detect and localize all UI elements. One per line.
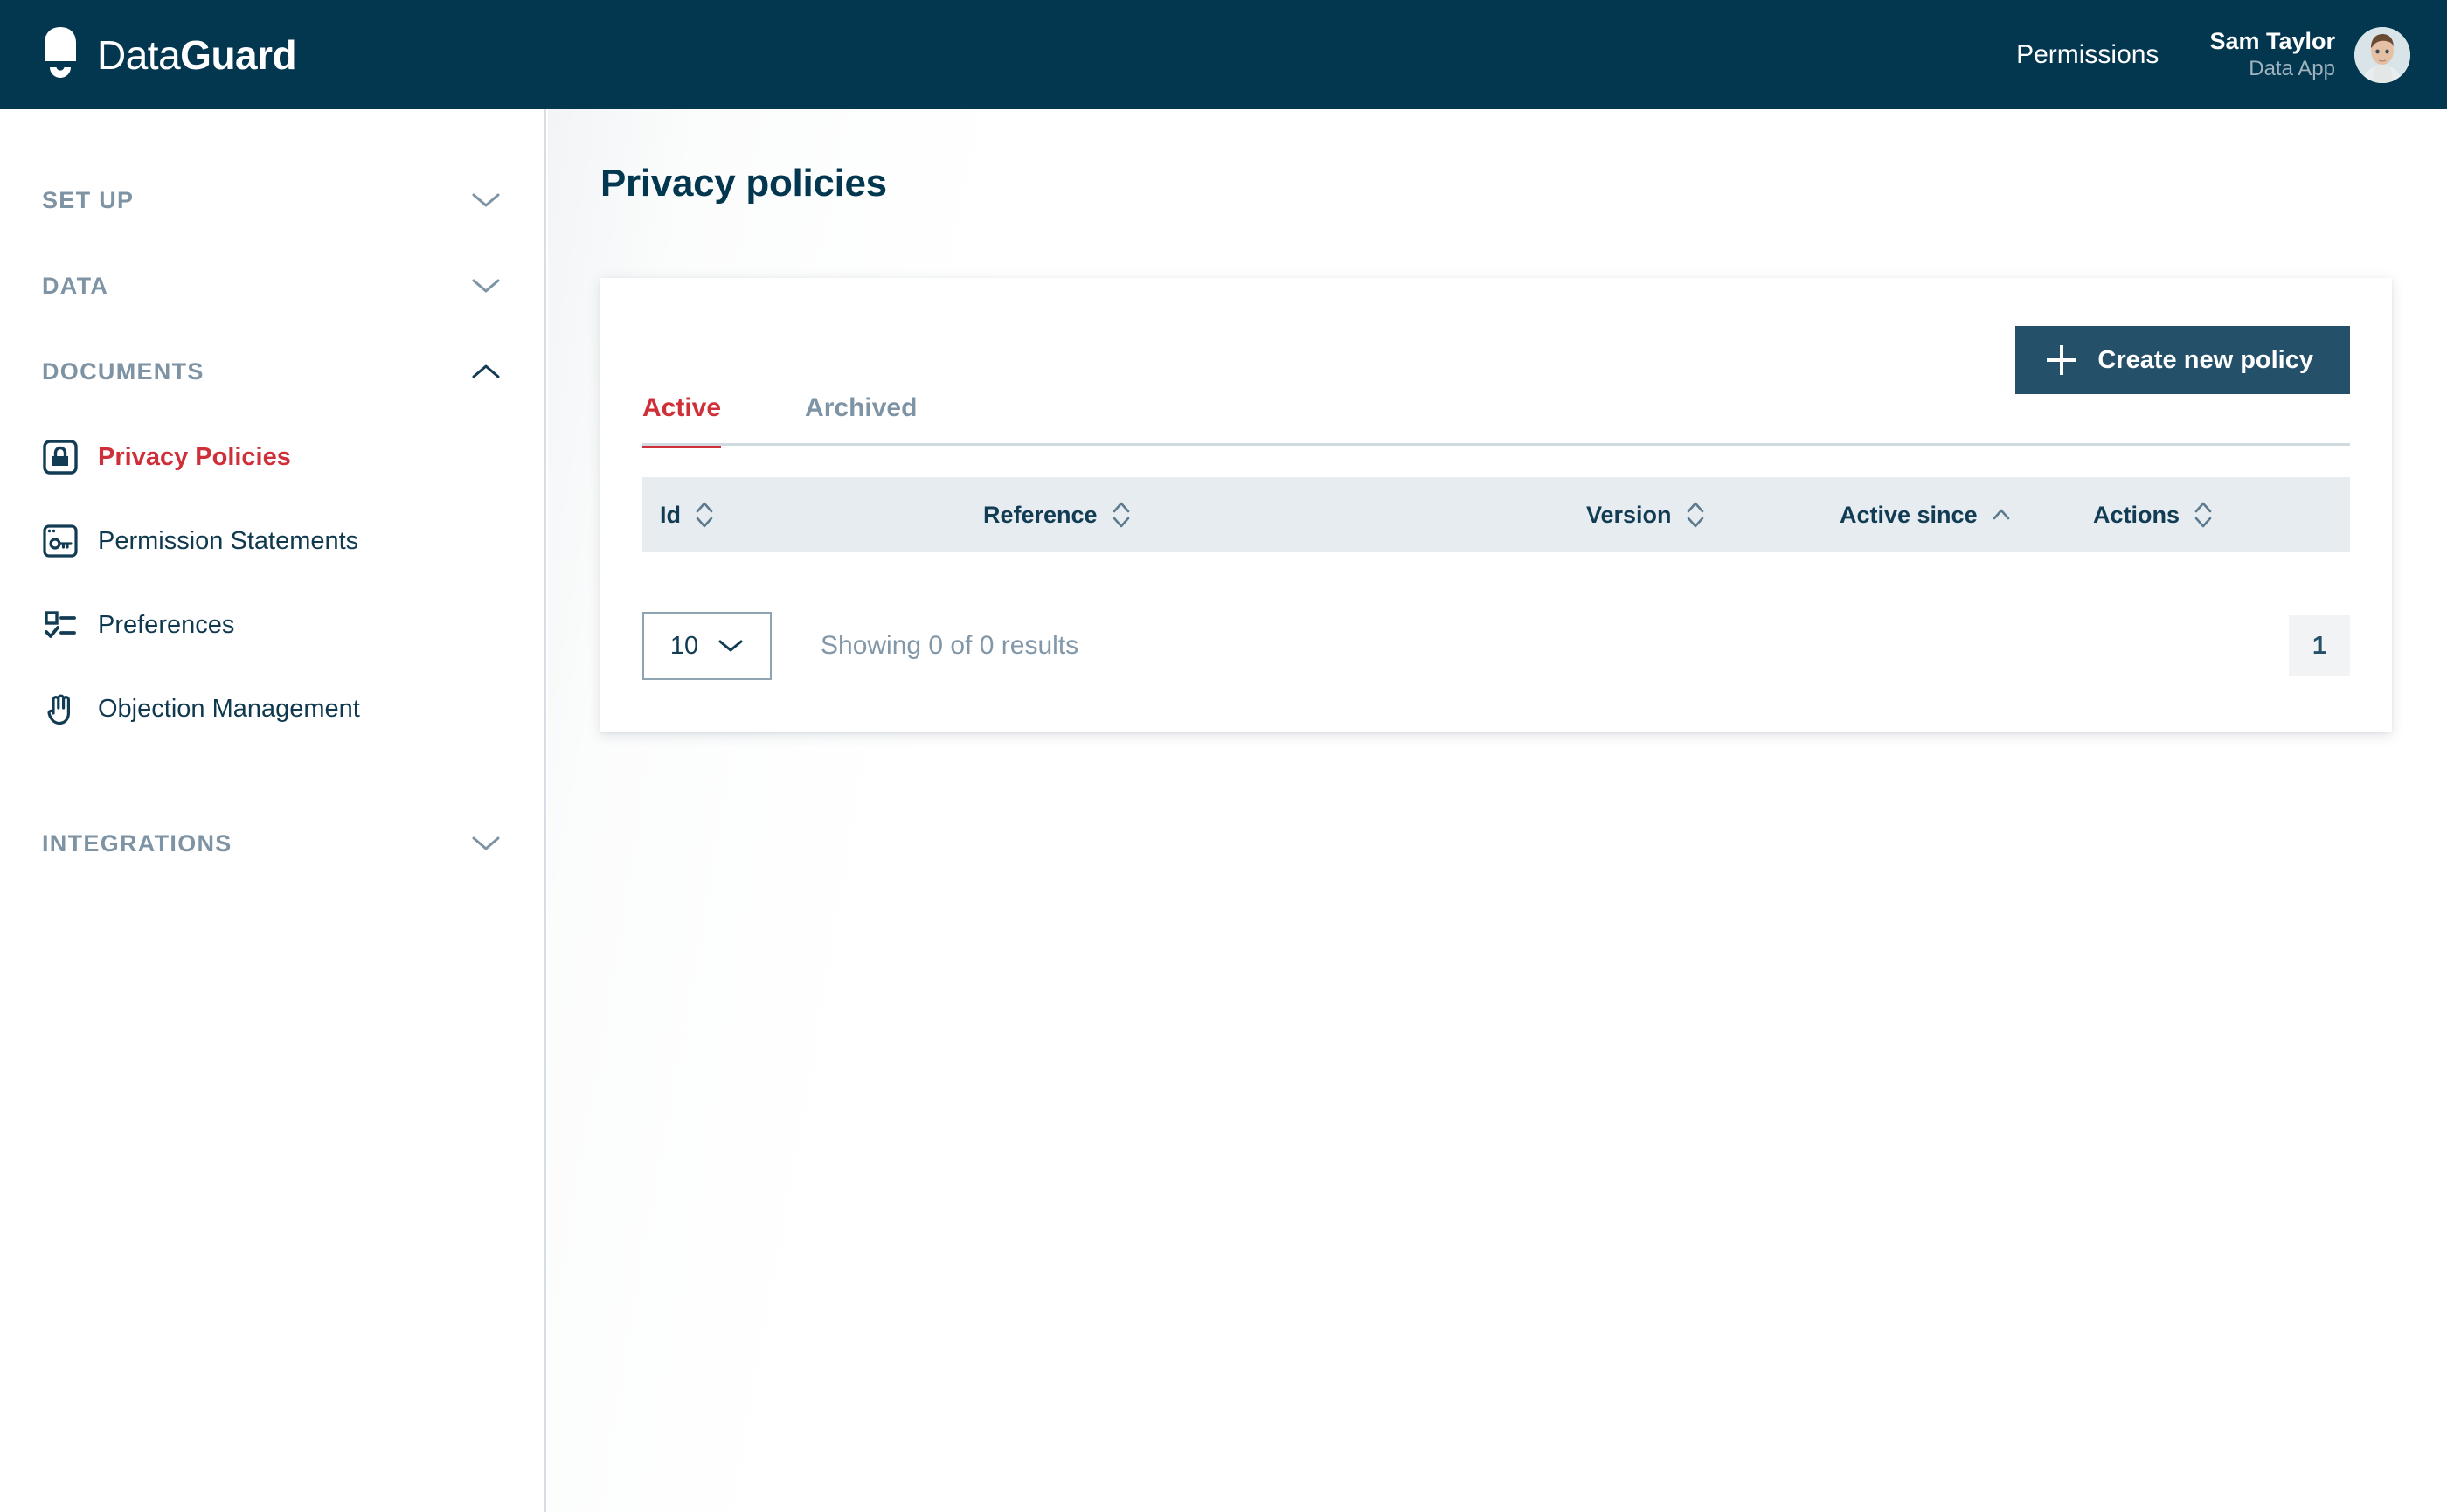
- page-size-select[interactable]: 10: [642, 612, 772, 680]
- sort-toggle-icon[interactable]: [693, 497, 716, 532]
- sort-ascending-icon[interactable]: [1990, 497, 2013, 532]
- top-bar-right: Permissions Sam Taylor Data App: [2016, 26, 2410, 83]
- column-header-label: Id: [660, 501, 681, 528]
- sidebar-item-label: Privacy Policies: [98, 442, 291, 471]
- sidebar-item-label: Permission Statements: [98, 526, 359, 555]
- sidebar-section-label: INTEGRATIONS: [42, 829, 232, 857]
- user-menu[interactable]: Sam Taylor Data App: [2209, 26, 2410, 83]
- sidebar-item-label: Preferences: [98, 610, 235, 639]
- sidebar-section-data[interactable]: DATA: [0, 261, 544, 310]
- tab-list: Active Archived: [642, 393, 1001, 448]
- tab-archived[interactable]: Archived: [805, 393, 917, 446]
- plus-icon: [2047, 345, 2077, 375]
- sidebar: SET UP DATA DOCUMENTS Privacy Policies P…: [0, 109, 546, 1512]
- column-header-version[interactable]: Version: [1586, 497, 1840, 532]
- user-role: Data App: [2249, 57, 2335, 81]
- table-header-row: Id Reference Version Active since Action…: [642, 477, 2350, 552]
- pagination: 1: [2289, 615, 2350, 676]
- brand-name: DataGuard: [97, 31, 297, 79]
- shield-droplet-icon: [39, 26, 81, 84]
- sidebar-item-privacy-policies[interactable]: Privacy Policies: [0, 433, 544, 482]
- tab-active[interactable]: Active: [642, 393, 722, 448]
- column-header-label: Reference: [983, 501, 1098, 528]
- brand-name-bold: Guard: [180, 31, 297, 78]
- column-header-label: Active since: [1840, 501, 1978, 528]
- sidebar-section-label: SET UP: [42, 186, 135, 213]
- nav-permissions[interactable]: Permissions: [2016, 40, 2159, 70]
- column-header-active-since[interactable]: Active since: [1840, 497, 2093, 532]
- checklist-icon: [42, 607, 79, 643]
- tabs-row: Active Archived Create new policy: [642, 278, 2350, 448]
- page-title: Privacy policies: [600, 162, 887, 205]
- chevron-down-icon[interactable]: [471, 277, 501, 295]
- brand-name-light: Data: [97, 31, 181, 78]
- sidebar-item-permission-statements[interactable]: Permission Statements: [0, 517, 544, 565]
- results-count-text: Showing 0 of 0 results: [821, 631, 1079, 660]
- sidebar-section-label: DOCUMENTS: [42, 357, 204, 385]
- sidebar-section-documents[interactable]: DOCUMENTS: [0, 347, 544, 396]
- sidebar-section-integrations[interactable]: INTEGRATIONS: [0, 819, 544, 868]
- pagination-page-1[interactable]: 1: [2289, 615, 2350, 676]
- chevron-down-icon[interactable]: [471, 835, 501, 852]
- column-header-label: Actions: [2093, 501, 2180, 528]
- policies-card: Active Archived Create new policy Id Ref…: [600, 278, 2392, 732]
- top-bar: DataGuard Permissions Sam Taylor Data Ap…: [0, 0, 2447, 109]
- card-inner: Active Archived Create new policy Id Ref…: [600, 278, 2392, 732]
- column-header-label: Version: [1586, 501, 1672, 528]
- user-identity: Sam Taylor Data App: [2209, 27, 2335, 81]
- sort-toggle-icon[interactable]: [1110, 497, 1133, 532]
- chevron-down-icon[interactable]: [717, 638, 744, 654]
- page-size-value: 10: [669, 631, 699, 660]
- column-header-id[interactable]: Id: [642, 497, 983, 532]
- tabs-underline: [642, 443, 2350, 446]
- avatar[interactable]: [2354, 26, 2410, 83]
- table-footer: 10 Showing 0 of 0 results 1: [642, 605, 2350, 687]
- create-new-policy-label: Create new policy: [2097, 345, 2313, 374]
- sidebar-item-objection-management[interactable]: Objection Management: [0, 684, 544, 733]
- sidebar-section-label: DATA: [42, 272, 109, 299]
- sidebar-item-preferences[interactable]: Preferences: [0, 600, 544, 649]
- sidebar-item-label: Objection Management: [98, 694, 360, 723]
- key-window-icon: [42, 523, 79, 559]
- chevron-up-icon[interactable]: [471, 363, 501, 380]
- sort-toggle-icon[interactable]: [2192, 497, 2215, 532]
- sort-toggle-icon[interactable]: [1684, 497, 1707, 532]
- lock-square-icon: [42, 439, 79, 475]
- column-header-reference[interactable]: Reference: [983, 497, 1586, 532]
- sidebar-section-set-up[interactable]: SET UP: [0, 176, 544, 225]
- column-header-actions[interactable]: Actions: [2093, 497, 2320, 532]
- main-content: Privacy policies Active Archived Create …: [548, 109, 2447, 1512]
- create-new-policy-button[interactable]: Create new policy: [2015, 326, 2350, 394]
- chevron-down-icon[interactable]: [471, 191, 501, 209]
- user-name: Sam Taylor: [2209, 28, 2335, 55]
- brand-logo-link[interactable]: DataGuard: [39, 26, 297, 84]
- hand-stop-icon: [42, 690, 79, 727]
